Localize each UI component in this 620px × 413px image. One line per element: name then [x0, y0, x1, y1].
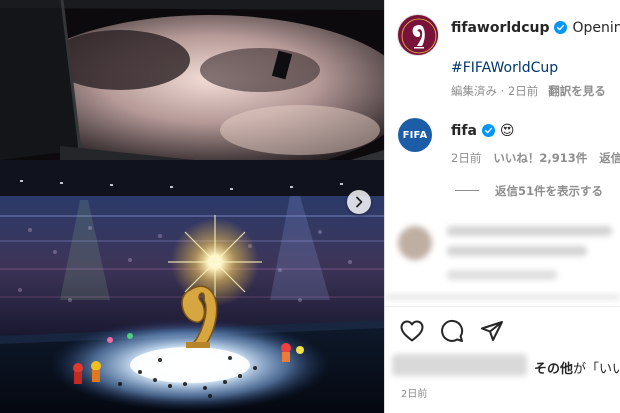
blurred-avatar: [398, 226, 432, 260]
avatar-fifa[interactable]: FIFA: [398, 118, 432, 152]
comment-username[interactable]: fifa: [451, 123, 477, 139]
likes-suffix: が「いい: [573, 362, 620, 377]
comment-button[interactable]: [439, 318, 465, 344]
comment-icon: [441, 319, 464, 342]
post-timestamp: 2日前: [401, 389, 428, 400]
avatar-fifaworldcup[interactable]: [397, 14, 439, 56]
stadium-ceremony-image: [0, 0, 384, 413]
caption-text: Opening c: [572, 20, 620, 36]
blurred-text-line: [447, 226, 612, 236]
replies-dash: [455, 190, 479, 191]
chevron-right-icon: [356, 196, 363, 208]
hashtag-link[interactable]: #FIFAWorldCup: [451, 60, 558, 76]
action-bar: [399, 318, 505, 344]
comment-meta: 2日前 いいね！2,913件 返信: [451, 150, 620, 166]
edited-time: 編集済み · 2日前: [451, 84, 539, 98]
translate-link[interactable]: 翻訳を見る: [548, 84, 606, 98]
view-replies-label: 返信51件を表示する: [495, 184, 604, 198]
verified-badge-icon: [481, 124, 495, 137]
post-username[interactable]: fifaworldcup: [451, 20, 549, 36]
comment-line: fifa 😍: [451, 123, 515, 139]
caption-meta: 編集済み · 2日前 翻訳を見る: [451, 83, 606, 99]
actions-separator: [385, 306, 620, 307]
comment-time: 2日前: [451, 151, 482, 165]
verified-badge-icon: [554, 21, 568, 34]
like-button[interactable]: [399, 318, 425, 344]
post-side-panel: fifaworldcup Opening c #FIFAWorldCup 編集済…: [385, 0, 620, 413]
comment-reply-button[interactable]: 返信: [599, 151, 620, 165]
blurred-text-line: [447, 246, 587, 256]
fifa-logo-text: FIFA: [402, 129, 428, 141]
share-icon: [481, 321, 503, 341]
heart-icon: [400, 320, 424, 342]
share-button[interactable]: [479, 318, 505, 344]
likes-others: その他: [534, 362, 574, 377]
view-replies-button[interactable]: 返信51件を表示する: [455, 183, 603, 199]
caption-line: fifaworldcup Opening c: [451, 20, 620, 36]
world-cup-logo-icon: [399, 16, 438, 55]
blurred-text-line: [385, 294, 620, 300]
blurred-comment: [385, 212, 620, 307]
carousel-next-button[interactable]: [347, 190, 371, 214]
blurred-text-line: [447, 270, 557, 280]
post-photo[interactable]: [0, 0, 384, 413]
comment-emoji: 😍: [499, 123, 515, 139]
likes-text[interactable]: その他が「いい: [534, 358, 620, 377]
comment-likes[interactable]: いいね！2,913件: [493, 151, 587, 165]
blurred-liker-names: [392, 354, 527, 376]
